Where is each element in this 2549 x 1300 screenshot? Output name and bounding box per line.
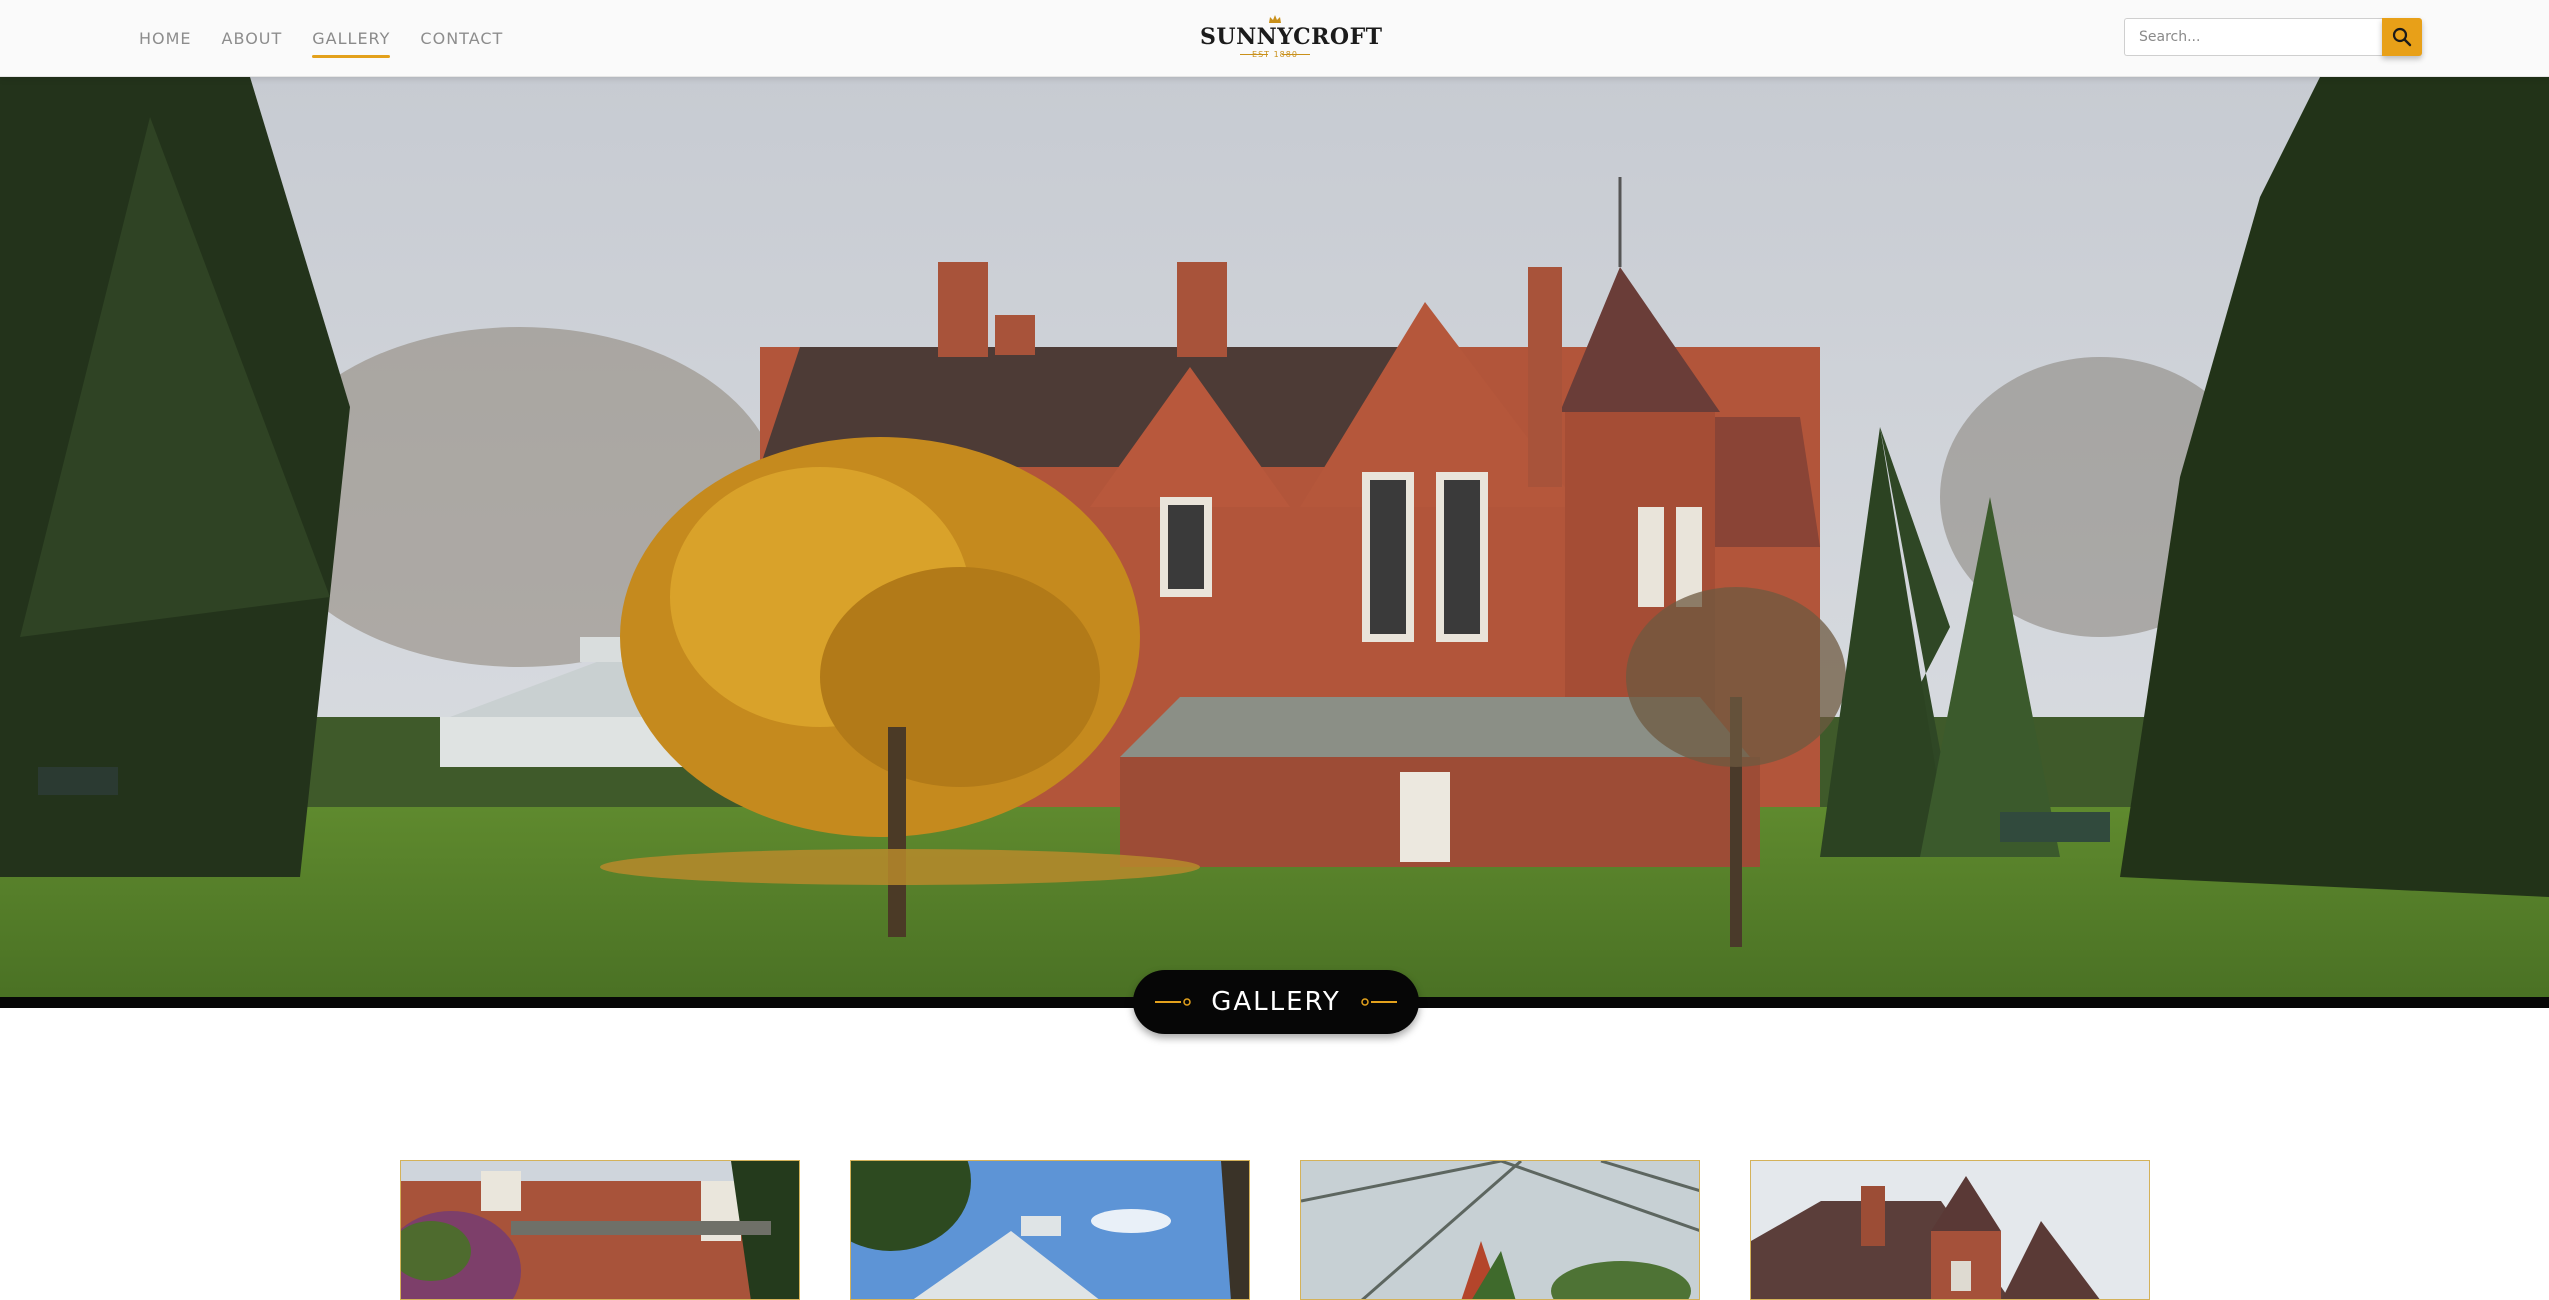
gallery-thumbnail[interactable] xyxy=(850,1160,1250,1300)
hero-photo xyxy=(0,77,2549,1000)
search-button[interactable] xyxy=(2382,18,2422,56)
site-header: HOME ABOUT GALLERY CONTACT SUNNYCROFT ES… xyxy=(0,0,2549,77)
nav-home-link[interactable]: HOME xyxy=(139,23,192,54)
nav-gallery-link[interactable]: GALLERY xyxy=(312,23,391,58)
thumbnail-photo xyxy=(1751,1161,2149,1299)
thumbnail-photo xyxy=(851,1161,1249,1299)
gallery-title: GALLERY xyxy=(1211,987,1341,1017)
main-nav: HOME ABOUT GALLERY CONTACT xyxy=(139,0,533,76)
site-logo[interactable]: SUNNYCROFT EST 1880 xyxy=(1200,14,1383,60)
gallery-thumbnail[interactable] xyxy=(400,1160,800,1300)
crown-icon xyxy=(1269,15,1281,23)
nav-contact-link[interactable]: CONTACT xyxy=(420,23,503,54)
gallery-title-badge: GALLERY xyxy=(1133,970,1419,1034)
logo-est: EST 1880 xyxy=(1252,50,1298,59)
ornament-left-icon xyxy=(1155,998,1191,1006)
search-box xyxy=(2124,18,2422,58)
nav-about-link[interactable]: ABOUT xyxy=(222,23,283,54)
hero-image xyxy=(0,77,2549,1000)
search-icon xyxy=(2392,27,2412,47)
logo-name: SUNNYCROFT xyxy=(1200,24,1383,50)
gallery-grid xyxy=(400,1160,2152,1300)
search-input[interactable] xyxy=(2124,18,2382,56)
gallery-thumbnail[interactable] xyxy=(1300,1160,1700,1300)
thumbnail-photo xyxy=(1301,1161,1699,1299)
gallery-thumbnail[interactable] xyxy=(1750,1160,2150,1300)
thumbnail-photo xyxy=(401,1161,799,1299)
logo-rule-right xyxy=(1282,54,1310,55)
ornament-right-icon xyxy=(1361,998,1397,1006)
